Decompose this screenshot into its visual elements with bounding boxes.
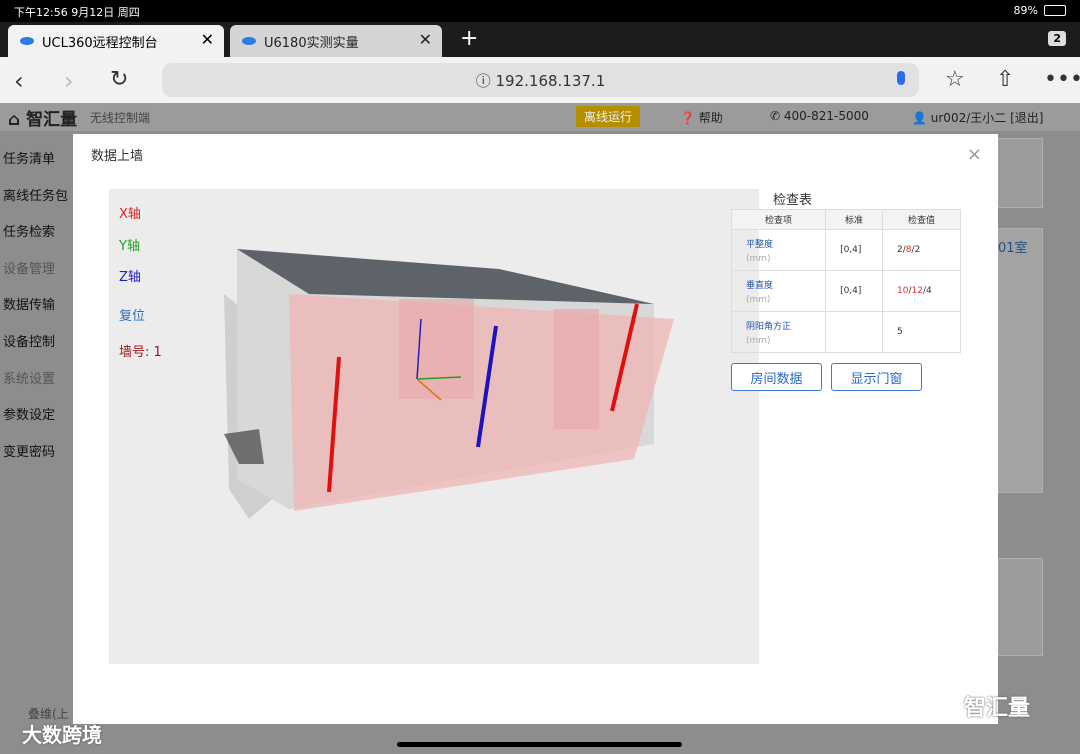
check-item: 阴阳角方正 (mm) [730,311,827,353]
wall-recess [554,309,599,429]
app-subtitle: 无线控制端 [90,111,151,125]
address-bar[interactable]: ⓘ 192.168.137.1 [162,63,919,97]
check-values: 2/8/2 [882,229,961,271]
sidebar-item-offline-package[interactable]: 离线任务包 [3,185,68,204]
tab-label: UCL360远程控制台 [42,35,158,51]
site-favicon-icon [20,37,34,45]
close-tab-icon[interactable]: ✕ [419,30,432,49]
tab-ucl360[interactable]: UCL360远程控制台 ✕ [8,25,224,57]
check-standard [825,311,884,353]
show-doors-windows-button[interactable]: 显示门窗 [831,363,922,391]
app-header: ⌂ 智汇量 无线控制端 离线运行 ❓ 帮助 ✆ 400-821-5000 👤 u… [0,103,1080,131]
table-row: 阴阳角方正 (mm) 5 [730,311,961,353]
check-standard: [0,4] [825,270,884,312]
app-logo: ⌂ 智汇量 [8,110,78,130]
check-standard: [0,4] [825,229,884,271]
back-icon[interactable]: ‹ [14,67,24,95]
check-values: 5 [882,311,961,353]
forward-icon[interactable]: › [64,67,74,95]
tab-label: U6180实测实量 [264,35,359,51]
sidebar-item-system-settings[interactable]: 系统设置 [3,368,55,387]
bg-room-panel: 01室 [995,228,1043,493]
wall-3d-render [224,249,674,519]
column-header: 检查项 [730,209,827,230]
sidebar-item-param-settings[interactable]: 参数设定 [3,404,55,423]
watermark-left: 大数跨境 [22,723,102,747]
offline-badge[interactable]: 离线运行 [576,106,641,127]
tab-u6180[interactable]: U6180实测实量 ✕ [230,25,442,57]
share-icon[interactable]: ⇧ [996,67,1014,92]
sidebar-item-change-password[interactable]: 变更密码 [3,441,55,460]
close-icon[interactable]: × [967,144,982,165]
battery-percent: 89% [1013,4,1038,17]
room-data-button[interactable]: 房间数据 [731,363,822,391]
status-time: 下午12:56 9月12日 周四 [14,6,140,19]
bookmark-star-icon[interactable]: ☆ [945,67,965,92]
check-item: 垂直度 (mm) [730,270,827,312]
table-row: 垂直度 (mm) [0,4] 10/12/4 [730,270,961,312]
site-favicon-icon [242,37,256,45]
wall-data-modal: 数据上墙 × X轴 Y轴 Z轴 复位 墙号: 1 检查表 检查项 标准 检查值 [73,134,998,724]
wall-recess [399,299,474,399]
phone-number: ✆ 400-821-5000 [770,109,869,123]
tab-count-badge[interactable]: 2 [1048,31,1066,46]
home-indicator[interactable] [397,742,682,747]
bg-room-label: 01室 [998,241,1028,256]
sidebar-item-device-mgmt[interactable]: 设备管理 [3,258,55,277]
sidebar-item-task-list[interactable]: 任务清单 [3,148,55,167]
help-link[interactable]: ❓ 帮助 [680,109,723,126]
address-text: ⓘ 192.168.137.1 [475,71,606,90]
column-header: 标准 [825,209,884,230]
check-table-title: 检查表 [773,193,813,208]
sidebar-item-data-transfer[interactable]: 数据传输 [3,294,55,313]
watermark-right: 智汇量 [964,696,1031,721]
battery-indicator: 89% [1014,4,1066,17]
reload-icon[interactable]: ↻ [110,67,128,92]
sidebar-item-device-control[interactable]: 设备控制 [3,331,55,350]
battery-icon [1044,5,1066,16]
new-tab-icon[interactable]: + [460,26,478,51]
column-header: 检查值 [882,209,961,230]
microphone-icon[interactable] [897,71,905,85]
check-item: 平整度 (mm) [730,229,827,271]
more-icon[interactable]: ••• [1044,67,1080,92]
table-row: 平整度 (mm) [0,4] 2/8/2 [730,229,961,271]
bg-panel [995,138,1043,208]
modal-title: 数据上墙 [91,149,144,164]
tab-bar: UCL360远程控制台 ✕ U6180实测实量 ✕ + 2 [0,22,1080,57]
check-values: 10/12/4 [882,270,961,312]
table-header-row: 检查项 标准 检查值 [730,209,961,230]
browser-toolbar: ‹ › ↻ ⓘ 192.168.137.1 ☆ ⇧ ••• [0,57,1080,103]
wall-plane-overlay [289,294,674,511]
bg-panel [995,558,1043,656]
status-bar: 下午12:56 9月12日 周四 89% [0,0,1080,22]
sidebar-item-task-search[interactable]: 任务检索 [3,221,55,240]
user-menu[interactable]: 👤 ur002/王小二 [退出] [912,109,1043,126]
point-cloud-viewer[interactable]: X轴 Y轴 Z轴 复位 墙号: 1 [109,189,759,664]
check-table: 检查项 标准 检查值 平整度 (mm) [0,4] 2/8/2 垂直度 (mm) [… [730,209,961,353]
close-tab-icon[interactable]: ✕ [201,30,214,49]
